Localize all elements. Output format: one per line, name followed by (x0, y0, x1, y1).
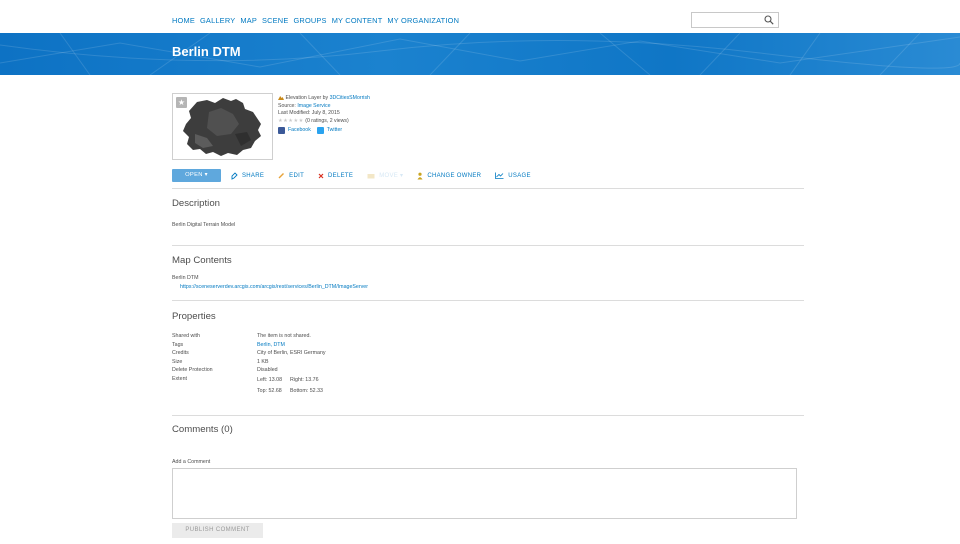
elevation-layer-icon (278, 96, 284, 100)
share-icon (231, 171, 238, 180)
berlin-dtm-thumbnail-image (183, 98, 261, 156)
delete-icon (318, 173, 324, 178)
banner-map-pattern (0, 33, 960, 75)
prop-value: The item is not shared. (257, 333, 311, 339)
prop-label: Shared with (172, 333, 200, 339)
rating-count: (0 ratings, 2 views) (305, 117, 349, 124)
title-banner: Berlin DTM (0, 33, 960, 75)
delete-label: DELETE (328, 172, 354, 179)
item-thumbnail[interactable]: ★ (172, 93, 273, 160)
delete-button[interactable]: DELETE (318, 173, 353, 179)
twitter-link[interactable]: Twitter (327, 127, 342, 135)
extent-top: Top: 52.68 (257, 388, 282, 394)
extent-bottom: Bottom: 52.33 (290, 388, 323, 394)
prop-value: Disabled (257, 367, 278, 374)
twitter-icon[interactable] (316, 127, 324, 135)
comments-heading: Comments (0) (172, 424, 233, 435)
nav-map[interactable]: MAP (240, 16, 257, 25)
last-modified: Last Modified: July 8, 2015 (278, 110, 340, 116)
move-button: MOVE ▾ (367, 172, 403, 179)
prop-label: Delete Protection (172, 367, 213, 374)
divider (172, 415, 804, 416)
share-button[interactable]: SHARE (231, 171, 265, 180)
folder-icon (367, 173, 375, 178)
properties-heading: Properties (172, 311, 216, 322)
prop-label: Credits (172, 350, 189, 357)
divider (172, 188, 804, 189)
nav-scene[interactable]: SCENE (262, 16, 288, 25)
facebook-link[interactable]: Facebook (288, 127, 311, 135)
source-row: Source: Image Service (278, 103, 370, 111)
rating-stars[interactable]: ★★★★★ (278, 118, 304, 124)
nav-my-organization[interactable]: MY ORGANIZATION (387, 16, 459, 25)
share-label: SHARE (242, 172, 265, 179)
map-contents-heading: Map Contents (172, 255, 232, 266)
prop-label: Extent (172, 376, 188, 382)
change-owner-button[interactable]: CHANGE OWNER (417, 172, 481, 180)
extent-right: Right: 13.76 (290, 377, 319, 383)
nav-my-content[interactable]: MY CONTENT (332, 16, 383, 25)
user-icon (417, 172, 423, 179)
publish-comment-button[interactable]: PUBLISH COMMENT (172, 523, 263, 538)
prop-label: Tags (172, 341, 184, 348)
divider (172, 300, 804, 301)
item-type-row: Elevation Layer by 3DCitiesSMorrish (278, 95, 370, 103)
owner-link[interactable]: 3DCitiesSMorrish (330, 95, 370, 101)
extent-left: Left: 13.08 (257, 377, 283, 383)
nav-groups[interactable]: GROUPS (293, 16, 326, 25)
service-url-link[interactable]: https://sceneserverdev.arcgis.com/arcgis… (180, 284, 368, 290)
source-link[interactable]: Image Service (297, 103, 330, 109)
prop-value: 1 KB (257, 358, 269, 365)
comment-textarea[interactable] (172, 468, 797, 519)
usage-button[interactable]: USAGE (495, 172, 531, 179)
item-action-bar: OPEN ▾ SHARE EDIT DELETE MOVE ▾ CHANGE O… (172, 169, 545, 182)
edit-label: EDIT (289, 172, 305, 179)
chart-icon (495, 172, 504, 179)
item-metadata: Elevation Layer by 3DCitiesSMorrish Sour… (278, 95, 370, 135)
source-label: Source: (278, 102, 298, 109)
open-button[interactable]: OPEN ▾ (172, 169, 221, 182)
move-label: MOVE ▾ (379, 173, 404, 179)
facebook-icon[interactable] (278, 127, 285, 135)
rating-row: ★★★★★ (0 ratings, 2 views) (278, 118, 370, 126)
map-layer-name: Berlin DTM (172, 275, 199, 281)
favorite-star-icon[interactable]: ★ (176, 97, 187, 108)
change-owner-label: CHANGE OWNER (427, 172, 482, 179)
usage-label: USAGE (508, 172, 531, 179)
search-icon[interactable] (764, 15, 774, 25)
description-text: Berlin Digital Terrain Model (172, 222, 236, 228)
social-share: Facebook Twitter (278, 127, 370, 135)
pencil-icon (278, 173, 285, 179)
tags-link[interactable]: Berlin, DTM (257, 341, 285, 349)
nav-home[interactable]: HOME (172, 16, 195, 25)
search-input[interactable] (691, 12, 779, 28)
description-heading: Description (172, 198, 220, 209)
item-type-label: Elevation Layer by (285, 95, 330, 101)
page-title: Berlin DTM (172, 44, 241, 59)
divider (172, 245, 804, 246)
add-comment-label: Add a Comment (172, 459, 211, 465)
prop-value: City of Berlin, ESRI Germany (257, 350, 326, 357)
edit-button[interactable]: EDIT (278, 172, 304, 179)
nav-gallery[interactable]: GALLERY (200, 16, 235, 25)
prop-label: Size (172, 358, 183, 365)
top-nav: HOME GALLERY MAP SCENE GROUPS MY CONTENT… (172, 16, 459, 25)
